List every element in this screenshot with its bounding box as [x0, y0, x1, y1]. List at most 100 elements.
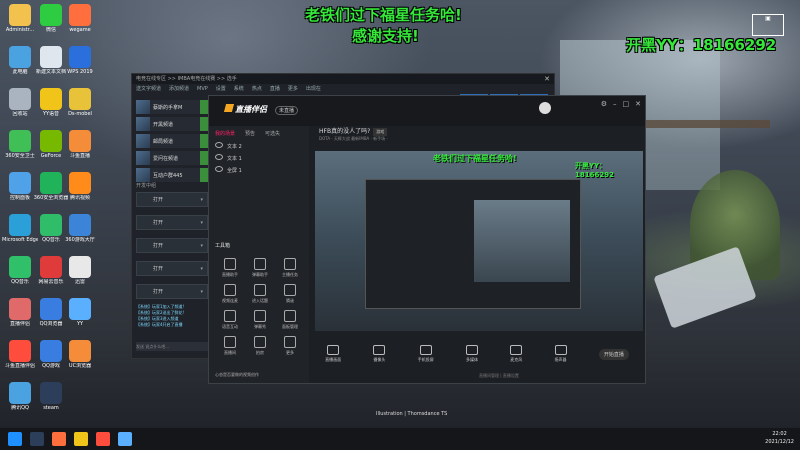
minimize-icon[interactable]: –: [613, 100, 617, 108]
friend-dropdown[interactable]: 打开 ▾: [136, 215, 208, 230]
channel-item[interactable]: 邮局频道: [136, 134, 208, 148]
tool-button[interactable]: 拍房: [245, 336, 275, 356]
menu-item[interactable]: 送文字频道: [136, 86, 161, 92]
menu-item[interactable]: 系统: [234, 86, 244, 92]
desktop-icon[interactable]: wegame: [62, 4, 98, 33]
source-label: 多媒体: [465, 357, 478, 362]
tool-label: 弹幕秀: [254, 324, 266, 329]
desktop-icon[interactable]: 360游戏大厅: [62, 214, 98, 243]
chat-input[interactable]: 发送 说点什么吧...: [136, 342, 208, 351]
scene-item[interactable]: 全屏 1: [209, 165, 309, 177]
eye-icon[interactable]: [215, 154, 223, 160]
tool-button[interactable]: 语音互动: [215, 310, 245, 330]
scene-tab[interactable]: 可选失: [265, 130, 280, 137]
desktop-icon-label: Ds-mobel: [68, 111, 92, 117]
tool-button[interactable]: 主播任务: [275, 258, 305, 278]
desktop-icon[interactable]: Ds-mobel: [62, 88, 98, 117]
menu-item[interactable]: 设置: [216, 86, 226, 92]
app-icon: [9, 382, 31, 404]
taskbar-app-icon[interactable]: [74, 432, 88, 446]
scene-tab[interactable]: 预告: [245, 130, 255, 137]
start-live-button[interactable]: 开始直播: [598, 348, 629, 360]
channel-thumbnail: [136, 151, 150, 165]
tool-button[interactable]: 直播间: [215, 336, 245, 356]
friend-header: 开发中组: [136, 183, 157, 189]
source-button[interactable]: 扬声器: [554, 345, 567, 363]
stream-tag[interactable]: 游戏: [373, 128, 388, 136]
tool-button[interactable]: 弹幕助手: [245, 258, 275, 278]
source-label: 麦克风: [510, 357, 523, 362]
channel-item[interactable]: 爱问在频道: [136, 151, 208, 165]
tray-date: 2021/12/12: [765, 439, 794, 445]
source-label: 扬声器: [554, 357, 567, 362]
app-icon: [9, 88, 31, 110]
app-icon: [9, 214, 31, 236]
source-button[interactable]: 直播画面: [325, 345, 341, 363]
taskbar-app-icon[interactable]: [96, 432, 110, 446]
tool-button[interactable]: 进入话题: [245, 284, 275, 304]
channel-logo: ▣: [752, 14, 784, 36]
stream-companion-window: 直播伴侣 未直播 ⚙ – □ ✕ 我的场景 预告 可选失 文本 2 文本 1 全屏 1 工具箱…: [208, 95, 646, 384]
channel-item[interactable]: 互动户群445: [136, 168, 208, 182]
maximize-icon[interactable]: □: [623, 100, 630, 108]
source-button[interactable]: 多媒体: [465, 345, 478, 363]
taskbar-app-icon[interactable]: [118, 432, 132, 446]
source-label: 直播画面: [325, 357, 342, 362]
desktop-icon[interactable]: YY: [62, 298, 98, 327]
avatar[interactable]: [539, 102, 551, 114]
eye-icon[interactable]: [215, 166, 223, 172]
taskbar-app-icon[interactable]: [52, 432, 66, 446]
source-button[interactable]: 手机投屏: [418, 345, 434, 363]
source-button[interactable]: 摄像头: [373, 345, 386, 363]
settings-icon[interactable]: ⚙: [601, 100, 607, 108]
scene-item[interactable]: 文本 2: [209, 141, 309, 153]
close-icon[interactable]: ✕: [544, 75, 550, 83]
desktop-icon[interactable]: WPS 2019: [62, 46, 98, 75]
desktop-icon[interactable]: UC浏览器: [62, 340, 98, 369]
desktop-icon[interactable]: 腾讯视频: [62, 172, 98, 201]
status-line: 心态是否要做的视频创作: [215, 372, 259, 377]
source-icon: [554, 345, 567, 355]
channel-item[interactable]: 开黑频道: [136, 117, 208, 131]
scene-item[interactable]: 文本 1: [209, 153, 309, 165]
friend-dropdown[interactable]: 打开 ▾: [136, 284, 208, 299]
chat-line: 【系统】玩家4开启了直播: [136, 322, 183, 327]
chevron-down-icon: ▾: [200, 219, 203, 226]
desktop-icon[interactable]: steam: [33, 382, 69, 411]
taskbar-app-icon[interactable]: [30, 432, 44, 446]
tool-button[interactable]: 猜谜: [275, 284, 305, 304]
friend-dropdown[interactable]: 打开 ▾: [136, 238, 208, 253]
stream-preview[interactable]: 老铁们过下福星任务哈! 开黑YY：18166292: [315, 151, 643, 331]
tool-icon: [224, 336, 236, 348]
tool-button[interactable]: 更多: [275, 336, 305, 356]
desktop-icon[interactable]: 迅雷: [62, 256, 98, 285]
friend-dropdown[interactable]: 打开 ▾: [136, 192, 208, 207]
menu-item[interactable]: 添加频道: [169, 86, 189, 92]
eye-icon[interactable]: [215, 142, 223, 148]
start-icon[interactable]: [8, 432, 22, 446]
app-icon: [69, 340, 91, 362]
menu-item[interactable]: 直播: [270, 86, 280, 92]
chevron-down-icon: ▾: [200, 242, 203, 249]
app-icon: [40, 172, 62, 194]
channel-item[interactable]: 蔡斯的手拿M: [136, 100, 208, 114]
tray-clock[interactable]: 22:02: [765, 430, 794, 438]
tool-button[interactable]: 直播助手: [215, 258, 245, 278]
menu-item[interactable]: 热点: [252, 86, 262, 92]
tool-label: 更多: [286, 350, 294, 355]
menu-item[interactable]: MVP: [197, 86, 208, 92]
friend-dropdown[interactable]: 打开 ▾: [136, 261, 208, 276]
desktop-icon-label: 迅雷: [74, 279, 85, 285]
close-icon[interactable]: ✕: [635, 100, 641, 108]
desktop-icon[interactable]: 斗鱼直播: [62, 130, 98, 159]
menu-item[interactable]: 出现在: [306, 86, 321, 92]
tool-icon: [224, 258, 236, 270]
tool-button[interactable]: 视频连麦: [215, 284, 245, 304]
channel-name: 开黑频道: [153, 121, 174, 128]
tool-button[interactable]: 面板管理: [275, 310, 305, 330]
scene-tab[interactable]: 我的场景: [215, 130, 235, 137]
taskbar: 22:02 2021/12/12: [0, 428, 800, 450]
menu-item[interactable]: 更多: [288, 86, 298, 92]
tool-button[interactable]: 弹幕秀: [245, 310, 275, 330]
source-button[interactable]: 麦克风: [510, 345, 523, 363]
